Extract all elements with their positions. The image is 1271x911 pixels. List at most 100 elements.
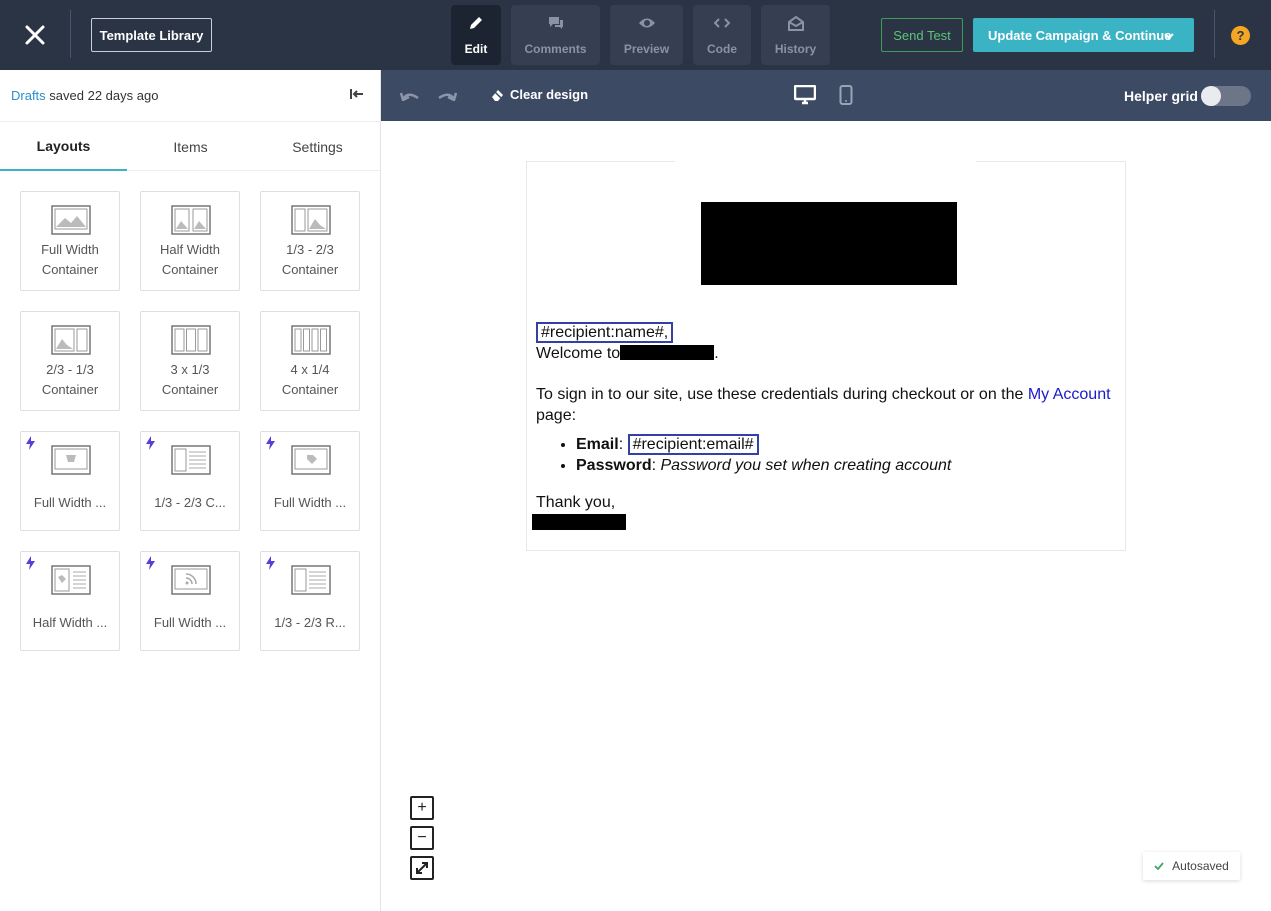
top-bar: Template Library Edit Comments Preview C… (0, 0, 1271, 70)
help-icon[interactable]: ? (1231, 26, 1250, 45)
full-width-layout-icon (51, 205, 91, 235)
drafts-link[interactable]: Drafts (11, 88, 46, 103)
layout-label: 1/3 - 2/3 Container (281, 242, 339, 277)
layout-label: Half Width Container (160, 242, 220, 277)
autosaved-badge: Autosaved (1143, 852, 1240, 880)
password-value: Password you set when creating account (660, 457, 952, 474)
layout-premium-full-width-rss[interactable]: Full Width ... (140, 551, 240, 651)
redacted-text (620, 345, 715, 360)
recipient-name-tag[interactable]: #recipient:name#, (536, 322, 674, 343)
check-icon (1154, 862, 1164, 870)
premium-bolt-icon (146, 556, 155, 570)
collapse-sidebar-icon[interactable] (349, 87, 365, 106)
clear-design-button[interactable]: Clear design (491, 87, 588, 102)
save-status: Drafts saved 22 days ago (11, 88, 158, 103)
two-thirds-one-third-layout-icon (51, 325, 91, 355)
layout-half-width-container[interactable]: Half Width Container (140, 191, 240, 291)
thanks-text: Thank you, (536, 494, 616, 511)
my-account-link[interactable]: My Account (1028, 386, 1111, 403)
layout-label: 2/3 - 1/3 Container (41, 362, 99, 397)
half-width-coupon-layout-icon (51, 565, 91, 595)
layout-full-width-container[interactable]: Full Width Container (20, 191, 120, 291)
layout-label: 1/3 - 2/3 R... (274, 615, 346, 630)
send-test-button[interactable]: Send Test (881, 18, 963, 52)
layout-three-thirds-container[interactable]: 3 x 1/3 Container (140, 311, 240, 411)
eye-icon (638, 14, 656, 32)
logo-image-redacted[interactable] (701, 202, 957, 285)
sidebar-tabs: Layouts Items Settings (0, 121, 380, 171)
layout-premium-one-third-two-thirds[interactable]: 1/3 - 2/3 C... (140, 431, 240, 531)
layout-label: Full Width ... (273, 495, 347, 510)
tab-code[interactable]: Code (693, 5, 751, 65)
clear-design-label: Clear design (510, 87, 589, 102)
history-icon (787, 14, 804, 32)
close-icon[interactable] (20, 20, 50, 50)
redo-icon[interactable] (437, 89, 457, 101)
zoom-out-button[interactable]: − (410, 826, 434, 850)
half-width-layout-icon (171, 205, 211, 235)
canvas-toolbar: Clear design Helper grid (381, 70, 1271, 121)
tab-settings[interactable]: Settings (254, 122, 381, 171)
layout-two-thirds-one-third-container[interactable]: 2/3 - 1/3 Container (20, 311, 120, 411)
email-preview[interactable]: #recipient:name#, Welcome to. To sign in… (526, 161, 1126, 551)
list-item: Password: Password you set when creating… (576, 455, 1121, 476)
mobile-icon[interactable] (839, 85, 853, 105)
eraser-icon (492, 88, 504, 101)
layout-premium-one-third-two-thirds-rss[interactable]: 1/3 - 2/3 R... (260, 551, 360, 651)
layout-label: 3 x 1/3 Container (161, 362, 219, 397)
email-top-gap (675, 161, 976, 163)
update-campaign-label: Update Campaign & Continue (988, 27, 1172, 43)
layout-label: Full Width ... (153, 615, 227, 630)
expand-icon (416, 862, 428, 874)
premium-bolt-icon (146, 436, 155, 450)
helper-grid-label: Helper grid (1124, 88, 1198, 104)
helper-grid-toggle[interactable] (1201, 86, 1251, 106)
premium-bolt-icon (26, 436, 35, 450)
layout-label: 4 x 1/4 Container (281, 362, 339, 397)
tab-label: History (774, 42, 817, 56)
chevron-down-icon[interactable] (1164, 28, 1174, 43)
undo-icon[interactable] (400, 89, 420, 101)
template-library-button[interactable]: Template Library (91, 18, 212, 52)
comments-icon (548, 14, 564, 32)
password-label: Password (576, 457, 652, 474)
layout-four-quarters-container[interactable]: 4 x 1/4 Container (260, 311, 360, 411)
code-icon (714, 14, 730, 32)
three-column-layout-icon (171, 325, 211, 355)
coupon-layout-icon (291, 445, 331, 475)
welcome-text: Welcome to (536, 345, 621, 362)
layout-premium-half-width[interactable]: Half Width ... (20, 551, 120, 651)
tab-layouts[interactable]: Layouts (0, 122, 127, 171)
layout-premium-full-width-product[interactable]: Full Width ... (20, 431, 120, 531)
tab-edit[interactable]: Edit (451, 5, 501, 65)
tab-history[interactable]: History (761, 5, 830, 65)
autosaved-label: Autosaved (1172, 859, 1229, 873)
product-layout-icon (51, 445, 91, 475)
layout-one-third-two-thirds-container[interactable]: 1/3 - 2/3 Container (260, 191, 360, 291)
article-rss-layout-icon (291, 565, 331, 595)
recipient-email-tag[interactable]: #recipient:email# (627, 434, 759, 455)
tab-comments[interactable]: Comments (511, 5, 600, 65)
divider (70, 10, 71, 58)
email-label: Email (576, 436, 619, 453)
tab-items[interactable]: Items (127, 122, 254, 171)
fit-screen-button[interactable] (410, 856, 434, 880)
email-body[interactable]: #recipient:name#, Welcome to. To sign in… (532, 322, 1121, 534)
signin-text: To sign in to our site, use these creden… (536, 386, 1028, 403)
page-text: page: (536, 407, 577, 424)
desktop-icon[interactable] (794, 85, 816, 105)
design-canvas: #recipient:name#, Welcome to. To sign in… (381, 121, 1271, 911)
layout-label: Full Width Container (41, 242, 99, 277)
layout-premium-full-width-coupon[interactable]: Full Width ... (260, 431, 360, 531)
tab-label: Edit (464, 42, 488, 56)
zoom-in-button[interactable]: + (410, 796, 434, 820)
tab-label: Comments (524, 42, 587, 56)
list-item: Email: #recipient:email# (576, 434, 1121, 455)
toggle-knob (1201, 86, 1221, 106)
divider (1214, 10, 1215, 58)
one-third-two-thirds-layout-icon (291, 205, 331, 235)
layout-label: Full Width ... (33, 495, 107, 510)
four-column-layout-icon (291, 325, 331, 355)
update-campaign-button[interactable]: Update Campaign & Continue (973, 18, 1194, 52)
tab-preview[interactable]: Preview (610, 5, 683, 65)
